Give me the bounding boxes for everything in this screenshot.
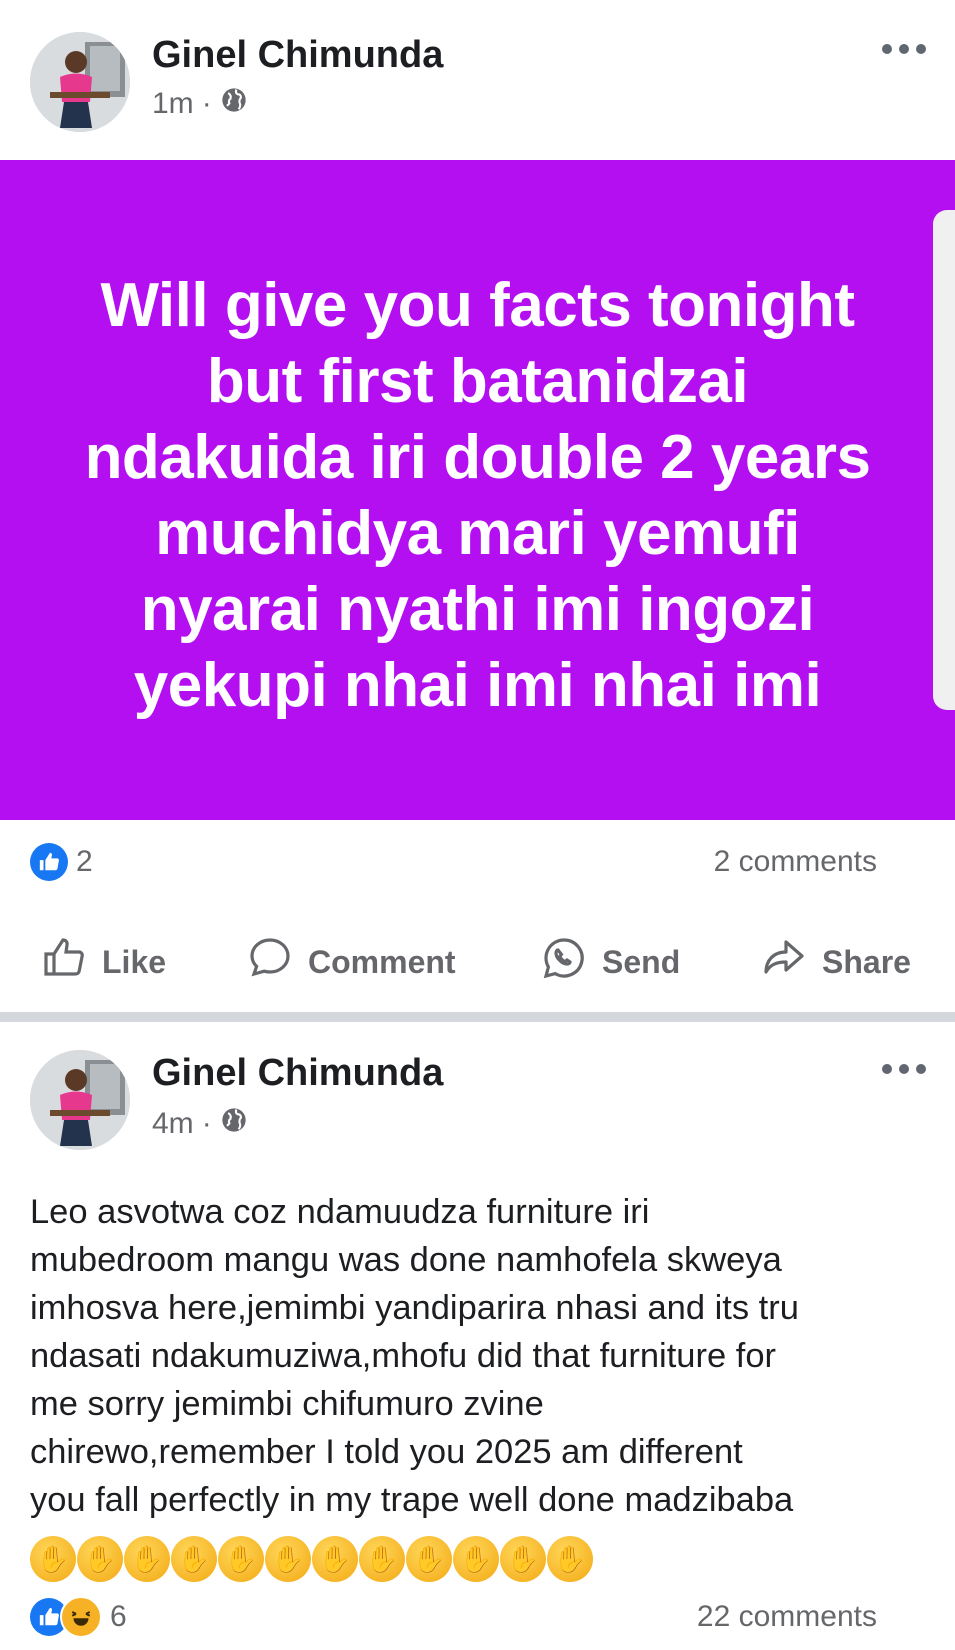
- meta-separator: ·: [201, 87, 212, 120]
- banner-line: ndakuida iri double 2 years: [84, 423, 871, 492]
- banner-line: yekupi nhai imi nhai imi: [133, 651, 822, 720]
- clapping-hands-icon: ✋: [265, 1536, 311, 1582]
- post-card: Ginel Chimunda 4m · Leo asvotwa coz ndam…: [0, 1022, 955, 1650]
- post-divider: [0, 1012, 955, 1022]
- banner-line: muchidya mari yemufi: [155, 499, 800, 568]
- next-item-edge: [933, 210, 955, 710]
- comment-icon: [246, 934, 294, 990]
- reaction-summary[interactable]: 6: [30, 1596, 127, 1638]
- globe-icon: [220, 86, 248, 122]
- share-icon: [760, 934, 808, 990]
- like-label: Like: [102, 943, 167, 980]
- post-author[interactable]: Ginel Chimunda: [152, 34, 443, 77]
- post-body-line: me sorry jemimbi chifumuro zvine: [30, 1385, 544, 1423]
- like-button[interactable]: Like: [40, 934, 166, 990]
- post-body-line: Leo asvotwa coz ndamuudza furniture iri: [30, 1193, 650, 1231]
- send-label: Send: [602, 943, 681, 980]
- clapping-hands-icon: ✋: [359, 1536, 405, 1582]
- clapping-hands-icon: ✋: [500, 1536, 546, 1582]
- background-text-post: Will give you facts tonight but first ba…: [0, 160, 955, 820]
- like-icon: [40, 934, 88, 990]
- banner-line: nyarai nyathi imi ingozi: [140, 575, 815, 644]
- share-label: Share: [822, 943, 911, 980]
- post-body-line: you fall perfectly in my trape well done…: [30, 1481, 794, 1519]
- clapping-hands-icon: ✋: [453, 1536, 499, 1582]
- clapping-hands-icon: ✋: [77, 1536, 123, 1582]
- post-time[interactable]: 4m: [152, 1107, 194, 1141]
- clapping-hands-icon: ✋: [406, 1536, 452, 1582]
- like-reaction-icon: [30, 843, 68, 881]
- clapping-hands-icon: ✋: [171, 1536, 217, 1582]
- comment-label: Comment: [308, 943, 456, 980]
- meta-separator: ·: [201, 1107, 212, 1140]
- reaction-summary[interactable]: 2: [30, 843, 93, 881]
- post-body-line: chirewo,remember I told you 2025 am diff…: [30, 1433, 743, 1471]
- clapping-hands-icon: ✋: [312, 1536, 358, 1582]
- globe-icon: [220, 1106, 248, 1142]
- banner-text: Will give you facts tonight but first ba…: [0, 268, 955, 724]
- avatar[interactable]: [30, 1050, 130, 1150]
- clapping-hands-icon: ✋: [124, 1536, 170, 1582]
- post-body-line: mubedroom mangu was done namhofela skwey…: [30, 1241, 782, 1279]
- more-options-icon[interactable]: [882, 44, 926, 54]
- haha-reaction-icon: [60, 1596, 102, 1638]
- post-card: Ginel Chimunda 1m · Will give you facts …: [0, 0, 955, 980]
- comments-count[interactable]: 2 comments: [714, 845, 877, 879]
- banner-line: but first batanidzai: [206, 347, 749, 416]
- post-body-line: ndasati ndakumuziwa,mhofu did that furni…: [30, 1337, 776, 1375]
- whatsapp-icon: [540, 934, 588, 990]
- post-meta: 4m ·: [152, 1106, 248, 1142]
- more-options-icon[interactable]: [882, 1064, 926, 1074]
- comments-count[interactable]: 22 comments: [697, 1600, 877, 1634]
- reaction-count: 2: [76, 845, 93, 878]
- comment-button[interactable]: Comment: [246, 934, 456, 990]
- post-author[interactable]: Ginel Chimunda: [152, 1052, 443, 1095]
- avatar[interactable]: [30, 32, 130, 132]
- banner-line: Will give you facts tonight: [100, 271, 855, 340]
- post-body-line: imhosva here,jemimbi yandiparira nhasi a…: [30, 1289, 799, 1327]
- clapping-emoji-row: ✋ ✋ ✋ ✋ ✋ ✋ ✋ ✋ ✋ ✋ ✋ ✋: [30, 1536, 593, 1582]
- reaction-count: 6: [110, 1600, 127, 1633]
- share-button[interactable]: Share: [760, 934, 911, 990]
- clapping-hands-icon: ✋: [547, 1536, 593, 1582]
- post-time[interactable]: 1m: [152, 87, 194, 121]
- post-meta: 1m ·: [152, 86, 248, 122]
- post-body: Leo asvotwa coz ndamuudza furniture iri …: [30, 1188, 930, 1524]
- send-button[interactable]: Send: [540, 934, 680, 990]
- clapping-hands-icon: ✋: [218, 1536, 264, 1582]
- clapping-hands-icon: ✋: [30, 1536, 76, 1582]
